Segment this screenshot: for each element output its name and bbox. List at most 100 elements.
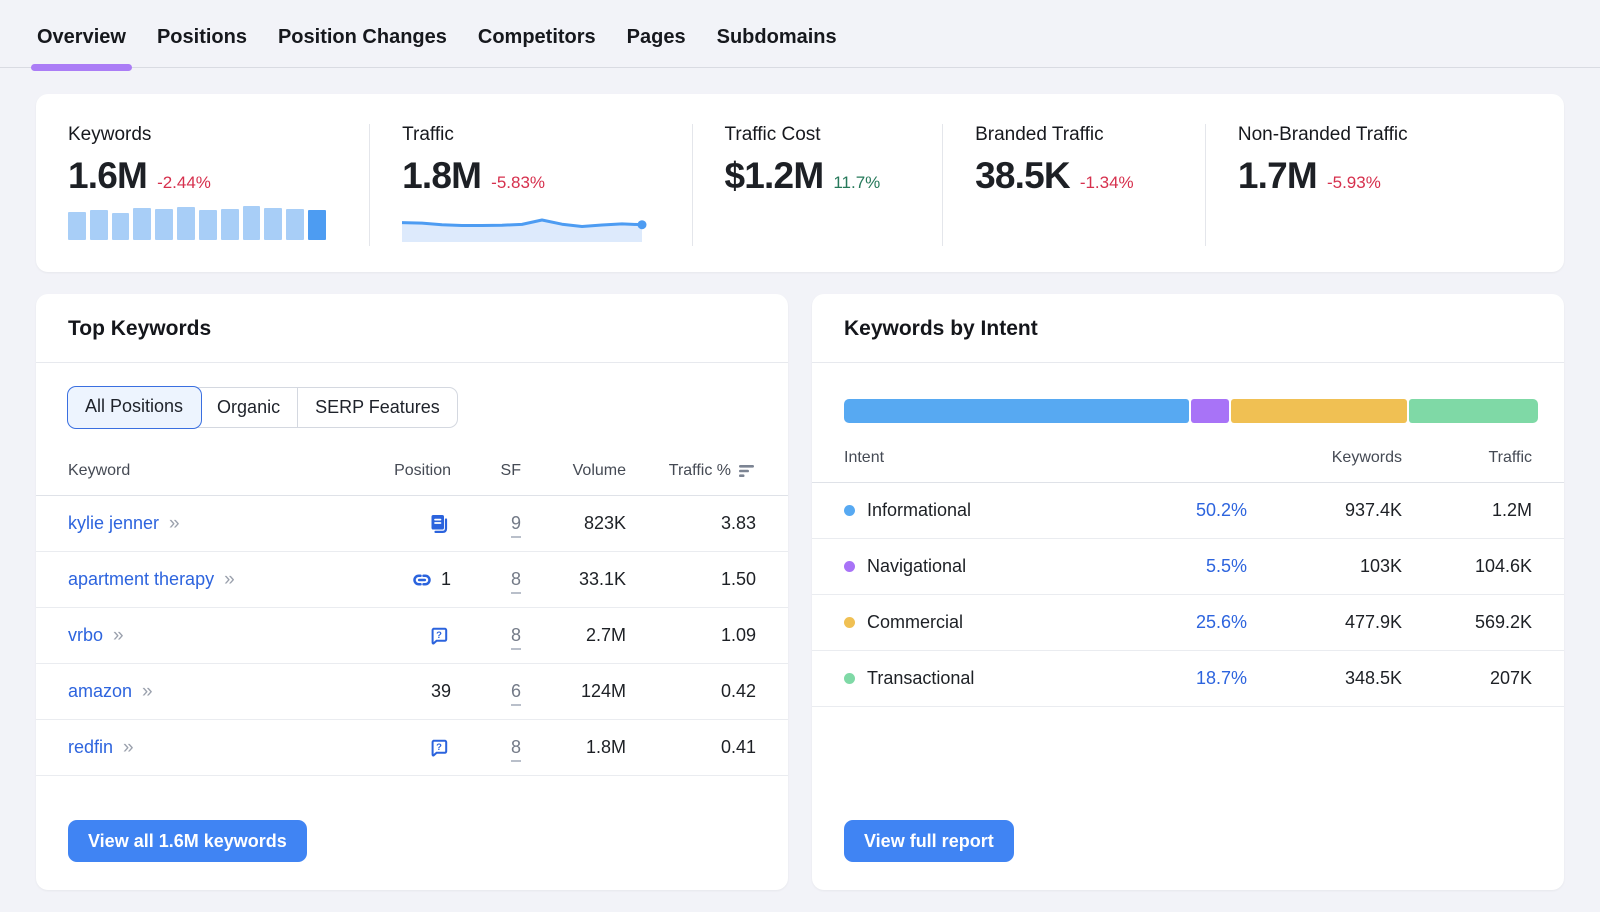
positions-filter: All Positions Organic SERP Features <box>68 387 458 428</box>
keywords-table-header: Keyword Position SF Volume Traffic % <box>36 450 788 496</box>
intent-label: Commercial <box>867 612 963 633</box>
serp-features-count[interactable]: 8 <box>511 625 521 650</box>
serp-features-count[interactable]: 6 <box>511 681 521 706</box>
table-row: redfin » ? 8 1.8M 0.41 <box>36 720 788 776</box>
informational-dot-icon <box>844 505 855 516</box>
sort-descending-icon[interactable] <box>739 464 756 478</box>
intent-table-header: Intent Keywords Traffic <box>812 437 1564 483</box>
table-row: amazon » 39 6 124M 0.42 <box>36 664 788 720</box>
traffic-pct-value: 0.42 <box>626 681 756 702</box>
commercial-dot-icon <box>844 617 855 628</box>
keyword-link[interactable]: amazon <box>68 681 132 702</box>
position-value: 39 <box>431 681 451 702</box>
intent-traffic-value: 569.2K <box>1402 612 1532 633</box>
expand-keyword-icon[interactable]: » <box>224 569 233 591</box>
metric-value: 1.7M <box>1238 155 1317 197</box>
table-row: Commercial 25.6% 477.9K 569.2K <box>812 595 1564 651</box>
table-row: vrbo » ? 8 2.7M 1.09 <box>36 608 788 664</box>
view-full-report-button[interactable]: View full report <box>844 820 1014 862</box>
metric-value: 1.6M <box>68 155 147 197</box>
intent-label: Transactional <box>867 668 974 689</box>
metric-label: Keywords <box>68 124 369 146</box>
col-keyword: Keyword <box>68 462 371 480</box>
table-row: Informational 50.2% 937.4K 1.2M <box>812 483 1564 539</box>
filter-all-positions[interactable]: All Positions <box>68 387 201 428</box>
metric-change: -1.34% <box>1080 173 1134 193</box>
expand-keyword-icon[interactable]: » <box>169 513 178 535</box>
intent-keywords-value: 348.5K <box>1247 668 1402 689</box>
tab-overview[interactable]: Overview <box>37 26 126 67</box>
keyword-link[interactable]: redfin <box>68 737 113 758</box>
traffic-trend-chart <box>402 206 647 242</box>
tab-positions[interactable]: Positions <box>157 26 247 67</box>
expand-keyword-icon[interactable]: » <box>142 681 151 703</box>
intent-label: Informational <box>867 500 971 521</box>
metric-value: 1.8M <box>402 155 481 197</box>
metric-change: 11.7% <box>833 173 880 193</box>
tab-competitors[interactable]: Competitors <box>478 26 596 67</box>
serp-features-count[interactable]: 8 <box>511 569 521 594</box>
intent-traffic-value: 207K <box>1402 668 1532 689</box>
tab-position-changes[interactable]: Position Changes <box>278 26 447 67</box>
volume-value: 1.8M <box>521 737 626 758</box>
intent-percent-link[interactable]: 18.7% <box>1196 668 1247 688</box>
table-row: apartment therapy » 1 8 33.1K 1.50 <box>36 552 788 608</box>
table-row: Transactional 18.7% 348.5K 207K <box>812 651 1564 707</box>
tab-pages[interactable]: Pages <box>627 26 686 67</box>
panel-title: Top Keywords <box>68 317 756 341</box>
url-icon[interactable] <box>410 568 434 592</box>
intent-keywords-value: 937.4K <box>1247 500 1402 521</box>
tab-subdomains[interactable]: Subdomains <box>717 26 837 67</box>
panel-title: Keywords by Intent <box>844 317 1532 341</box>
report-tabs: Overview Positions Position Changes Comp… <box>0 0 1600 68</box>
table-row: Navigational 5.5% 103K 104.6K <box>812 539 1564 595</box>
keyword-link[interactable]: vrbo <box>68 625 103 646</box>
col-position: Position <box>371 462 451 480</box>
volume-value: 2.7M <box>521 625 626 646</box>
view-all-keywords-button[interactable]: View all 1.6M keywords <box>68 820 307 862</box>
traffic-pct-value: 1.50 <box>626 569 756 590</box>
keyword-link[interactable]: kylie jenner <box>68 513 159 534</box>
col-volume: Volume <box>521 462 626 480</box>
col-traffic-pct: Traffic % <box>669 462 731 480</box>
col-sf: SF <box>451 462 521 480</box>
metric-keywords: Keywords 1.6M -2.44% <box>36 124 369 246</box>
svg-text:?: ? <box>436 630 442 641</box>
keywords-by-intent-panel: Keywords by Intent Intent Keywords Traff… <box>812 294 1564 890</box>
filter-organic[interactable]: Organic <box>200 388 298 427</box>
traffic-pct-value: 3.83 <box>626 513 756 534</box>
question-bubble-icon[interactable]: ? <box>427 624 451 648</box>
intent-label: Navigational <box>867 556 966 577</box>
expand-keyword-icon[interactable]: » <box>113 625 122 647</box>
metric-traffic-cost: Traffic Cost $1.2M 11.7% <box>692 124 943 246</box>
volume-value: 33.1K <box>521 569 626 590</box>
volume-value: 124M <box>521 681 626 702</box>
expand-keyword-icon[interactable]: » <box>123 737 132 759</box>
metric-branded-traffic: Branded Traffic 38.5K -1.34% <box>942 124 1205 246</box>
position-value: 1 <box>441 569 451 590</box>
intent-percent-link[interactable]: 25.6% <box>1196 612 1247 632</box>
filter-serp-features[interactable]: SERP Features <box>298 388 457 427</box>
col-intent: Intent <box>844 449 1127 467</box>
table-row: kylie jenner » 9 823K 3.83 <box>36 496 788 552</box>
metric-change: -5.93% <box>1327 173 1381 193</box>
question-bubble-icon[interactable]: ? <box>427 736 451 760</box>
pages-icon[interactable] <box>427 512 451 536</box>
serp-features-count[interactable]: 8 <box>511 737 521 762</box>
volume-value: 823K <box>521 513 626 534</box>
keyword-link[interactable]: apartment therapy <box>68 569 214 590</box>
metric-value: 38.5K <box>975 155 1070 197</box>
metric-non-branded-traffic: Non-Branded Traffic 1.7M -5.93% <box>1205 124 1564 246</box>
intent-traffic-value: 1.2M <box>1402 500 1532 521</box>
keywords-trend-chart <box>68 206 326 240</box>
metric-change: -5.83% <box>491 173 545 193</box>
intent-keywords-value: 103K <box>1247 556 1402 577</box>
metric-label: Traffic <box>402 124 691 146</box>
navigational-dot-icon <box>844 561 855 572</box>
intent-percent-link[interactable]: 50.2% <box>1196 500 1247 520</box>
metric-label: Non-Branded Traffic <box>1238 124 1564 146</box>
serp-features-count[interactable]: 9 <box>511 513 521 538</box>
intent-percent-link[interactable]: 5.5% <box>1206 556 1247 576</box>
top-keywords-panel: Top Keywords All Positions Organic SERP … <box>36 294 788 890</box>
metric-value: $1.2M <box>725 155 824 197</box>
